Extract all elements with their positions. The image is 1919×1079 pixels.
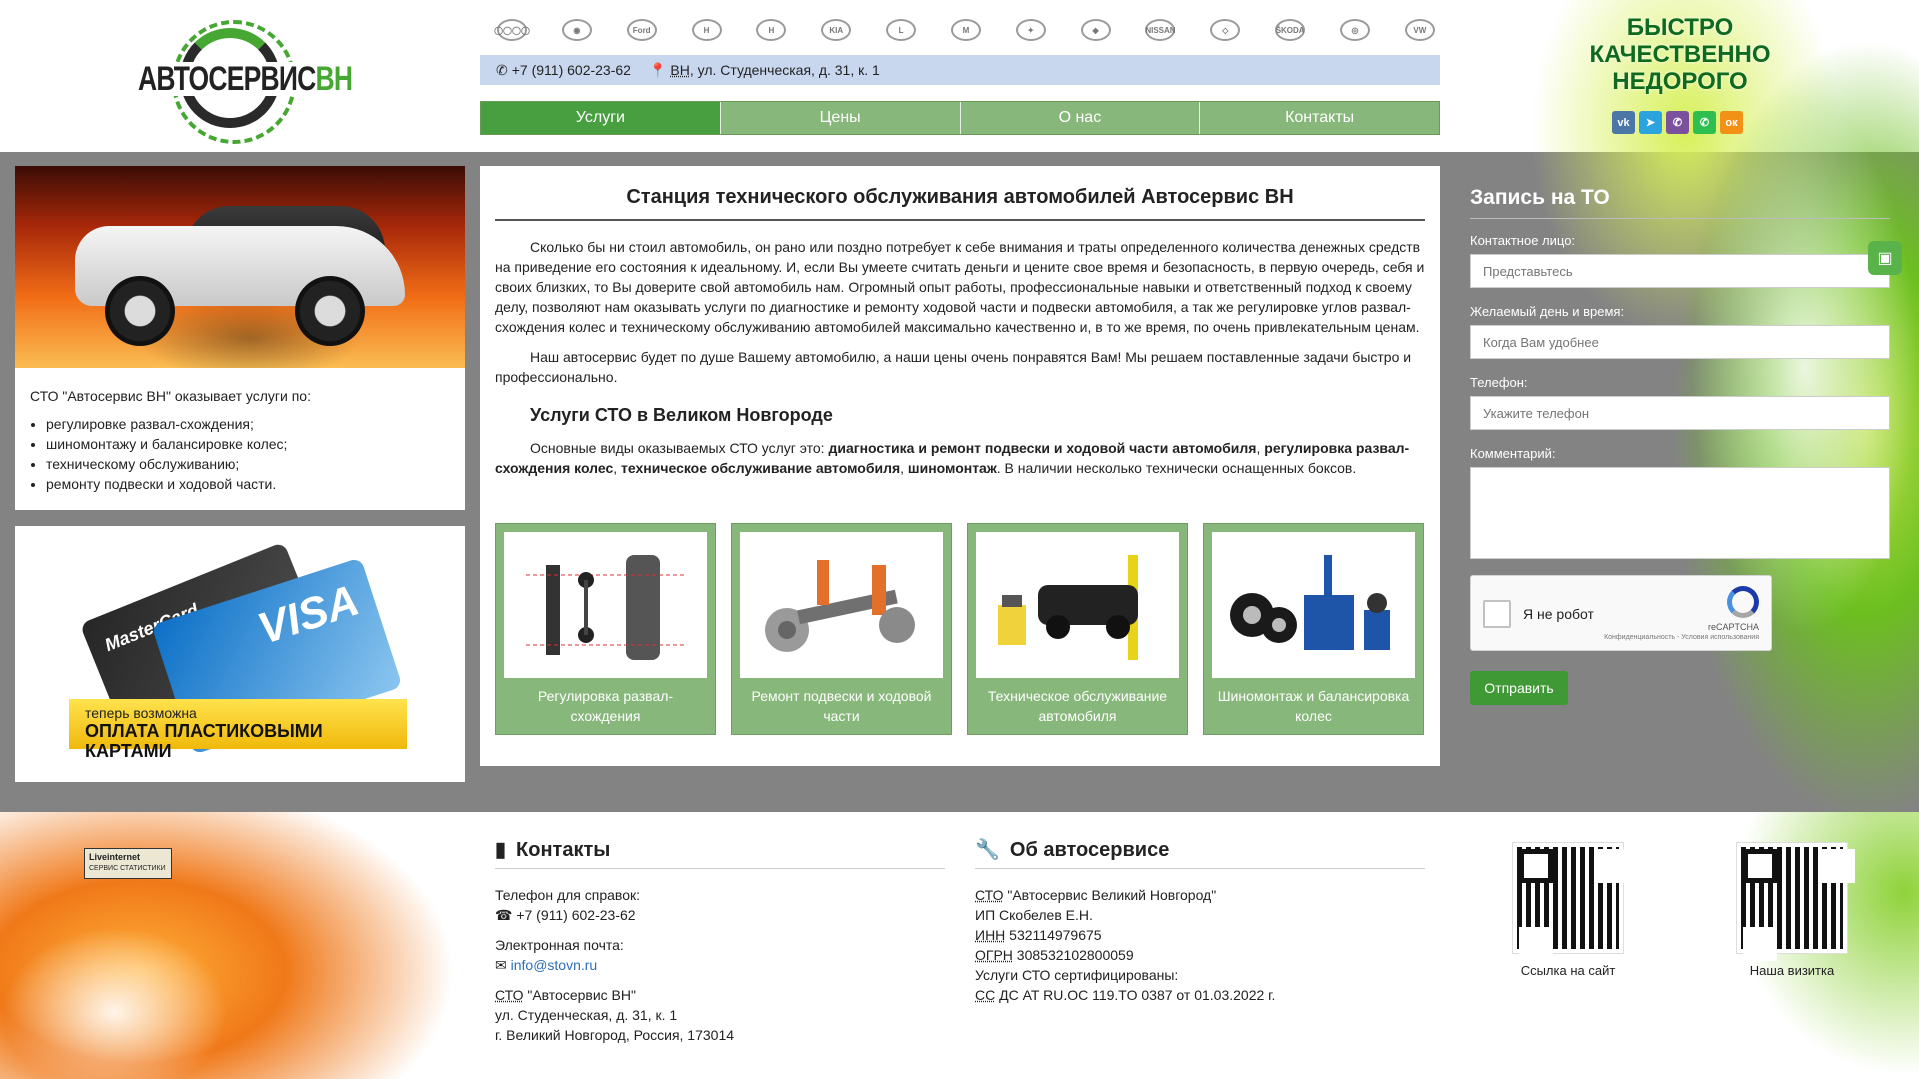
nissan-logo-icon: NISSAN (1142, 12, 1178, 48)
recaptcha-checkbox[interactable] (1483, 600, 1511, 628)
nav-item-about[interactable]: О нас (960, 102, 1201, 134)
tire-changer-image (1212, 532, 1415, 678)
form-title: Запись на ТО (1470, 186, 1890, 219)
contact-name-input[interactable] (1470, 254, 1890, 288)
recaptcha-widget: Я не робот reCAPTCHA Конфиденциальность … (1470, 575, 1772, 651)
phone-label: Телефон: (1470, 375, 1528, 390)
contact-label: Контактное лицо: (1470, 233, 1576, 248)
social-links: vk ➤ ✆ ✆ ок (1612, 111, 1743, 134)
footer-contacts-title: ▮ Контакты (495, 840, 945, 869)
list-item: техническому обслуживанию; (46, 454, 465, 474)
liveinternet-counter[interactable]: Liveinternet СЕРВИС СТАТИСТИКИ (84, 848, 172, 879)
wrench-icon: 🔧 (975, 839, 1000, 861)
email-link[interactable]: info@stovn.ru (511, 957, 598, 973)
services-card: СТО "Автосервис ВН" оказывает услуги по:… (15, 166, 465, 510)
car-lift-image (976, 532, 1179, 678)
mazda-logo-icon: M (948, 12, 984, 48)
map-marker-icon: 📍 (648, 61, 667, 78)
honda-logo-icon: H (689, 12, 725, 48)
mercedes-logo-icon: ✦ (1013, 12, 1049, 48)
viber-icon[interactable]: ✆ (1666, 111, 1689, 134)
paragraph: Сколько бы ни стоил автомобиль, он рано … (495, 239, 1425, 335)
envelope-icon: ✉ (495, 957, 511, 973)
service-tile-alignment[interactable]: Регулировка развал-схождения (495, 523, 716, 735)
footer-contacts: ▮ Контакты Телефон для справок: ☎ +7 (911… (495, 840, 945, 1045)
paragraph: Основные виды оказываемых СТО услуг это:… (495, 440, 1410, 476)
nav-item-services[interactable]: Услуги (481, 102, 721, 134)
page-title: Станция технического обслуживания автомо… (495, 186, 1425, 221)
concept-car-image (15, 166, 465, 368)
chat-widget-icon[interactable]: ▣ (1868, 241, 1902, 275)
qr-caption-site: Ссылка на сайт (1520, 963, 1616, 978)
volkswagen-logo-icon: VW (1402, 12, 1438, 48)
list-item: шиномонтажу и балансировке колес; (46, 434, 465, 454)
paragraph: Наш автосервис будет по душе Вашему авто… (495, 349, 1412, 385)
service-tiles: Регулировка развал-схождения Ремонт подв… (495, 523, 1425, 735)
qr-caption-vcard: Наша визитка (1749, 963, 1835, 978)
service-tile-tires[interactable]: Шиномонтаж и балансировка колес (1203, 523, 1424, 735)
payment-notice: теперь возможна ОПЛАТА ПЛАСТИКОВЫМИ КАРТ… (69, 699, 407, 761)
nav-item-prices[interactable]: Цены (720, 102, 961, 134)
book-icon: ▮ (495, 839, 507, 861)
suspension-image (740, 532, 943, 678)
slogan: БЫСТРО КАЧЕСТВЕННО НЕДОРОГО (1589, 14, 1771, 95)
vk-icon[interactable]: vk (1612, 111, 1635, 134)
contact-info-bar: ✆ +7 (911) 602-23-62 📍 ВН, ул. Студенческа… (480, 55, 1440, 85)
main-nav: Услуги Цены О нас Контакты (480, 101, 1440, 135)
site-logo[interactable]: АВТОСЕРВИСВН (138, 20, 353, 144)
audi-logo-icon: ◯◯◯◯ (494, 12, 530, 48)
whatsapp-icon[interactable]: ✆ (1693, 111, 1716, 134)
card-payment-banner: MasterCard VISA теперь возможна ОПЛАТА П… (15, 526, 465, 782)
nav-item-contacts[interactable]: Контакты (1200, 102, 1439, 134)
footer-background (0, 812, 1919, 1079)
wheel-alignment-image (504, 532, 707, 678)
header-address: 📍 ВН, ул. Студенческая, д. 31, к. 1 (648, 61, 880, 78)
kia-logo-icon: KIA (818, 12, 854, 48)
services-list: регулировке развал-схождения; шиномонтаж… (15, 406, 465, 494)
hyundai-logo-icon: H (753, 12, 789, 48)
renault-logo-icon: ◇ (1207, 12, 1243, 48)
list-item: ремонту подвески и ходовой части. (46, 474, 465, 494)
phone-input[interactable] (1470, 396, 1890, 430)
skoda-logo-icon: ŠKODA (1272, 12, 1308, 48)
service-tile-suspension[interactable]: Ремонт подвески и ходовой части (731, 523, 952, 735)
comment-textarea[interactable] (1470, 467, 1890, 559)
lexus-logo-icon: L (883, 12, 919, 48)
section-heading: Услуги СТО в Великом Новгороде (530, 405, 833, 425)
recaptcha-logo-icon (1727, 586, 1759, 618)
submit-button[interactable]: Отправить (1470, 671, 1568, 705)
phone-icon: ☎ (495, 907, 517, 923)
preferred-date-input[interactable] (1470, 325, 1890, 359)
mitsubishi-logo-icon: ◆ (1078, 12, 1114, 48)
logo-text: АВТОСЕРВИСВН (138, 60, 353, 98)
ford-logo-icon: Ford (624, 12, 660, 48)
odnoklassniki-icon[interactable]: ок (1720, 111, 1743, 134)
comment-label: Комментарий: (1470, 446, 1556, 461)
footer-about: 🔧 Об автосервисе СТО "Автосервис Великий … (975, 840, 1425, 1005)
booking-form: Запись на ТО Контактное лицо: Желаемый д… (1470, 186, 1890, 705)
qr-code-site (1512, 842, 1624, 954)
header-phone[interactable]: ✆ +7 (911) 602-23-62 (496, 62, 631, 79)
date-label: Желаемый день и время: (1470, 304, 1625, 319)
telegram-icon[interactable]: ➤ (1639, 111, 1662, 134)
services-intro: СТО "Автосервис ВН" оказывает услуги по: (30, 388, 311, 404)
qr-code-vcard (1736, 842, 1848, 954)
phone-icon: ✆ (496, 61, 508, 78)
list-item: регулировке развал-схождения; (46, 414, 465, 434)
toyota-logo-icon: ◎ (1337, 12, 1373, 48)
main-content: Станция технического обслуживания автомо… (480, 166, 1440, 766)
bmw-logo-icon: ◉ (559, 12, 595, 48)
footer-about-title: 🔧 Об автосервисе (975, 840, 1425, 869)
service-tile-maintenance[interactable]: Техническое обслуживание автомобиля (967, 523, 1188, 735)
car-brands-bar: ◯◯◯◯ ◉ Ford H H KIA L M ✦ ◆ NISSAN ◇ ŠKODA ◎ VW (492, 12, 1440, 48)
